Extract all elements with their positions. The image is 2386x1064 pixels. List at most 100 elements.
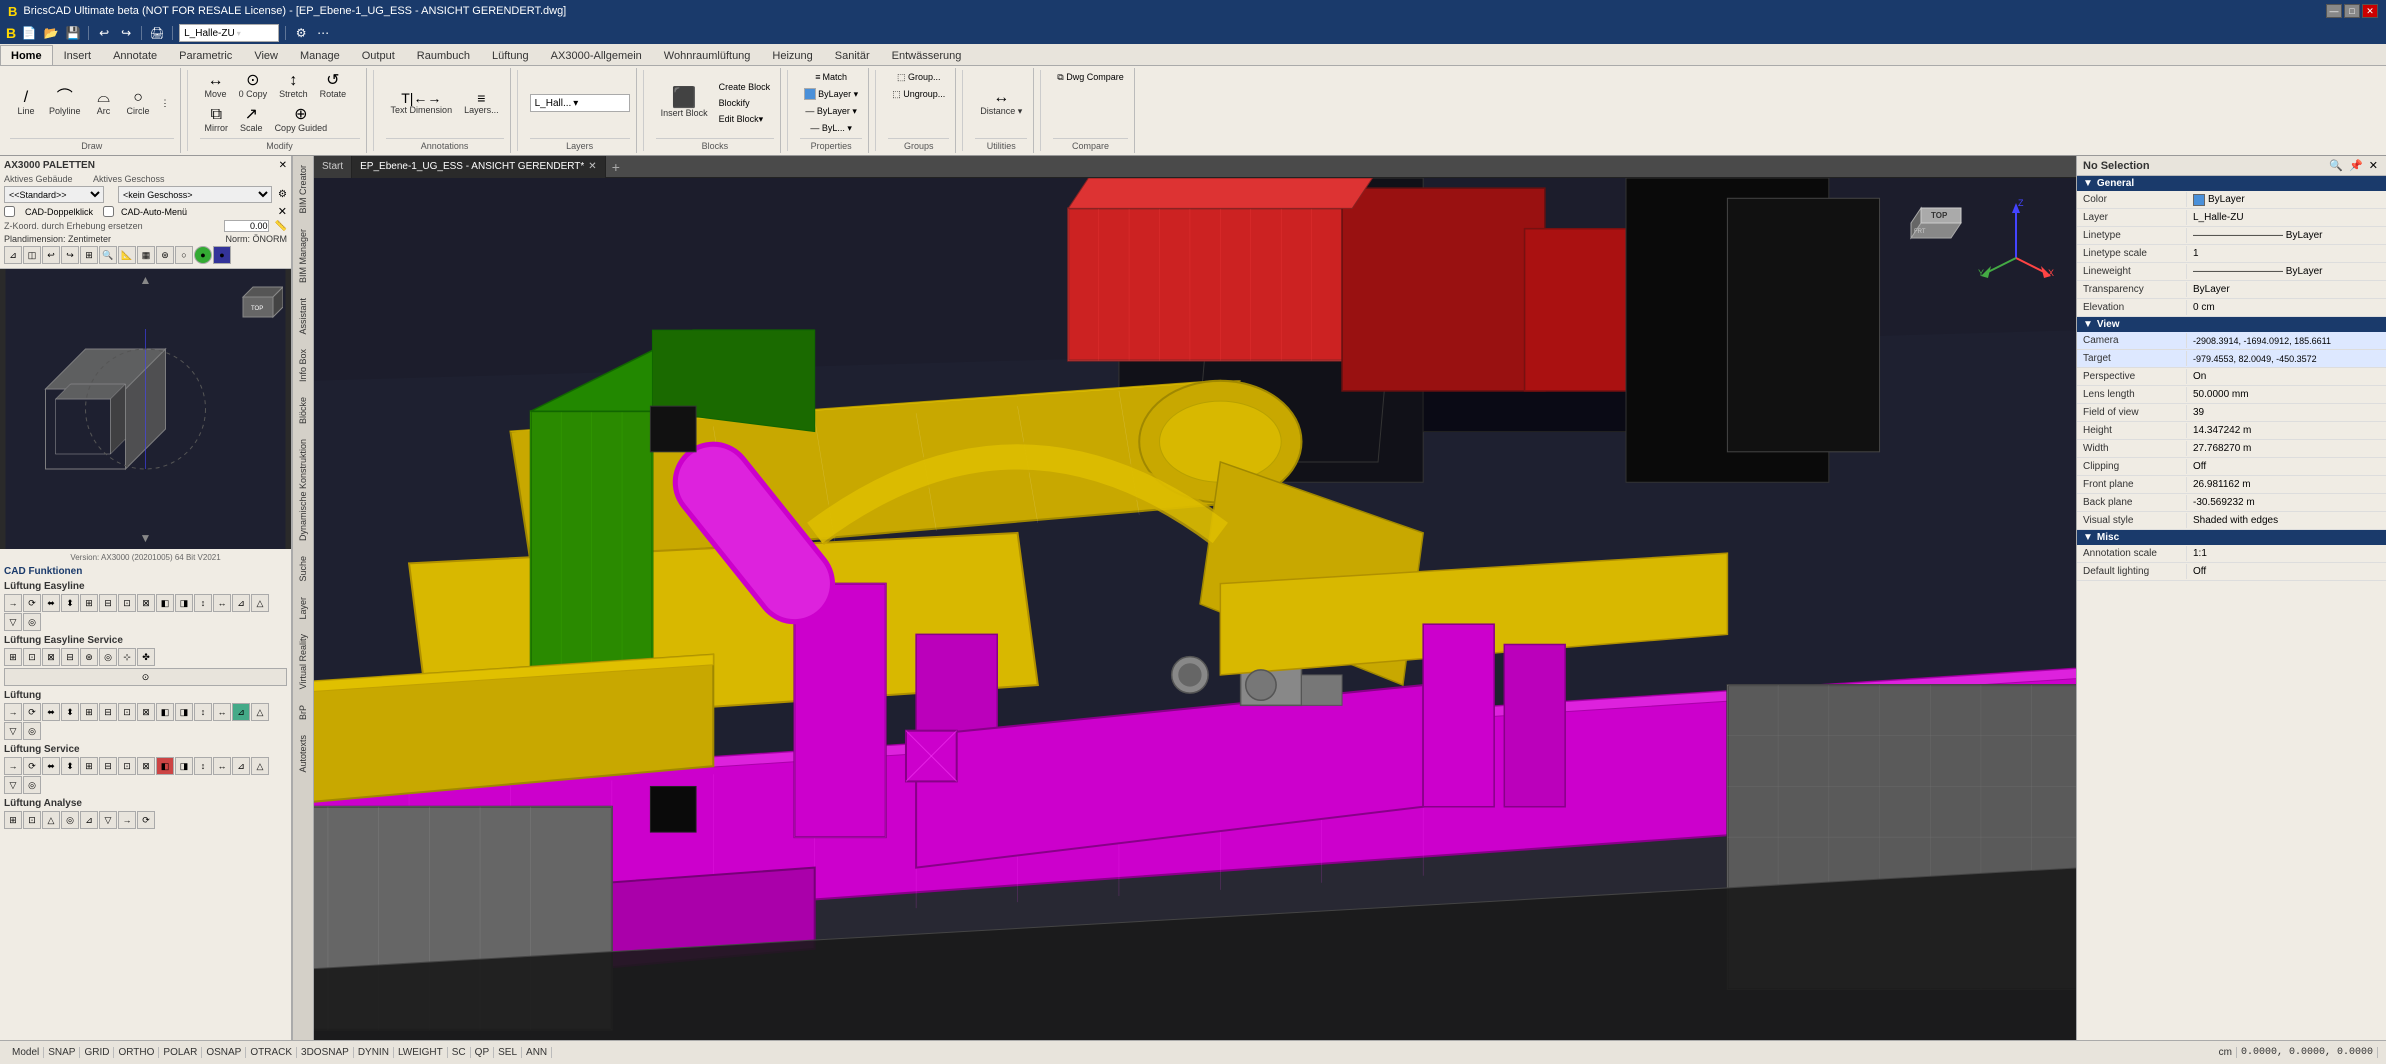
la-btn-7[interactable]: →: [118, 811, 136, 829]
general-section-header[interactable]: ▼ General: [2077, 176, 2386, 191]
les-btn-4[interactable]: ⊟: [61, 648, 79, 666]
les-btn-8[interactable]: ✤: [137, 648, 155, 666]
le-btn-13[interactable]: ⊿: [232, 594, 250, 612]
le-btn-11[interactable]: ↕: [194, 594, 212, 612]
la-btn-1[interactable]: ⊞: [4, 811, 22, 829]
palette-btn-12[interactable]: ●: [213, 246, 231, 264]
qa-save-button[interactable]: 💾: [64, 24, 82, 42]
prop-ltscale-value[interactable]: 1: [2187, 246, 2386, 261]
qa-redo-button[interactable]: ↪: [117, 24, 135, 42]
l-btn-5[interactable]: ⊞: [80, 703, 98, 721]
la-btn-6[interactable]: ▽: [99, 811, 117, 829]
ls-btn-1[interactable]: →: [4, 757, 22, 775]
le-btn-16[interactable]: ◎: [23, 613, 41, 631]
l-btn-14[interactable]: △: [251, 703, 269, 721]
status-grid[interactable]: GRID: [80, 1047, 114, 1058]
copy-button[interactable]: ⊙ 0 Copy: [234, 70, 273, 102]
palette-btn-9[interactable]: ⊛: [156, 246, 174, 264]
tab-main[interactable]: EP_Ebene-1_UG_ESS - ANSICHT GERENDERT* ✕: [352, 156, 606, 178]
qa-undo-button[interactable]: ↩: [95, 24, 113, 42]
ls-btn-9[interactable]: ◧: [156, 757, 174, 775]
le-btn-2[interactable]: ⟳: [23, 594, 41, 612]
prop-height-value[interactable]: 14.347242 m: [2187, 423, 2386, 438]
prop-pin-icon[interactable]: 📌: [2347, 159, 2365, 172]
group-button[interactable]: ⬚ Group...: [893, 70, 945, 85]
qa-print-button[interactable]: 🖨: [148, 24, 166, 42]
tab-start[interactable]: Start: [314, 156, 352, 178]
tab-ax3000[interactable]: AX3000-Allgemein: [540, 45, 653, 65]
prop-elevation-value[interactable]: 0 cm: [2187, 300, 2386, 315]
palette-btn-4[interactable]: ↪: [61, 246, 79, 264]
tab-parametric[interactable]: Parametric: [168, 45, 243, 65]
status-model[interactable]: Model: [8, 1047, 44, 1058]
mirror-button[interactable]: ⧉ Mirror: [200, 104, 234, 136]
z-value-input[interactable]: [224, 220, 269, 232]
le-btn-10[interactable]: ◨: [175, 594, 193, 612]
cad-doppelklick-checkbox[interactable]: [4, 206, 15, 217]
le-btn-3[interactable]: ⬌: [42, 594, 60, 612]
ls-btn-13[interactable]: ⊿: [232, 757, 250, 775]
scale-button[interactable]: ↗ Scale: [235, 104, 268, 136]
palette-btn-6[interactable]: 🔍: [99, 246, 117, 264]
side-tab-info-box[interactable]: Info Box: [294, 342, 312, 389]
status-polar[interactable]: POLAR: [159, 1047, 202, 1058]
preview-down-btn[interactable]: ▼: [140, 531, 152, 545]
z-unit-btn[interactable]: 📏: [275, 221, 287, 232]
kein-settings-btn[interactable]: ⚙: [278, 189, 287, 200]
ls-btn-6[interactable]: ⊟: [99, 757, 117, 775]
ls-btn-14[interactable]: △: [251, 757, 269, 775]
prop-camera-value[interactable]: -2908.3914, -1694.0912, 185.6611: [2187, 334, 2386, 348]
tab-lueftung[interactable]: Lüftung: [481, 45, 540, 65]
ls-btn-10[interactable]: ◨: [175, 757, 193, 775]
palette-btn-5[interactable]: ⊞: [80, 246, 98, 264]
side-tab-bim-manager[interactable]: BIM Manager: [294, 222, 312, 290]
prop-visualstyle-value[interactable]: Shaded with edges: [2187, 513, 2386, 528]
tab-insert[interactable]: Insert: [53, 45, 103, 65]
ax3000-close[interactable]: ✕: [279, 160, 287, 171]
prop-frontplane-value[interactable]: 26.981162 m: [2187, 477, 2386, 492]
move-button[interactable]: ↔ Move: [200, 70, 232, 102]
l-btn-13[interactable]: ⊿: [232, 703, 250, 721]
palette-btn-1[interactable]: ⊿: [4, 246, 22, 264]
ls-btn-4[interactable]: ⬍: [61, 757, 79, 775]
edit-block-button[interactable]: Edit Block▾: [715, 112, 775, 127]
standard-select[interactable]: <<Standard>>: [4, 186, 104, 203]
side-tab-bim-creator[interactable]: BIM Creator: [294, 158, 312, 221]
side-tab-autotexts[interactable]: Autotexts: [294, 728, 312, 780]
side-tab-dynamische[interactable]: Dynamische Konstruktion: [294, 432, 312, 548]
le-btn-6[interactable]: ⊟: [99, 594, 117, 612]
bylayer-color-button[interactable]: ByLayer ▾: [800, 86, 862, 102]
l-btn-10[interactable]: ◨: [175, 703, 193, 721]
status-osnap[interactable]: OSNAP: [202, 1047, 246, 1058]
draw-more-button[interactable]: ⋮: [157, 96, 174, 111]
tab-heizung[interactable]: Heizung: [761, 45, 823, 65]
la-btn-5[interactable]: ⊿: [80, 811, 98, 829]
qa-extra-btn2[interactable]: ⋯: [314, 24, 332, 42]
tab-sanitaer[interactable]: Sanitär: [824, 45, 881, 65]
le-btn-4[interactable]: ⬍: [61, 594, 79, 612]
l-btn-9[interactable]: ◧: [156, 703, 174, 721]
match-button[interactable]: ≡ Match: [811, 70, 851, 84]
viewport-3d[interactable]: Z X Y TOP FRT: [314, 178, 2076, 1040]
rotate-button[interactable]: ↺ Rotate: [315, 70, 352, 102]
les-btn-3[interactable]: ⊠: [42, 648, 60, 666]
dwg-compare-button[interactable]: ⧉ Dwg Compare: [1053, 70, 1127, 85]
status-snap[interactable]: SNAP: [44, 1047, 80, 1058]
preview-up-btn[interactable]: ▲: [140, 273, 152, 287]
le-btn-1[interactable]: →: [4, 594, 22, 612]
ls-btn-3[interactable]: ⬌: [42, 757, 60, 775]
prop-close-icon[interactable]: ✕: [2367, 159, 2380, 172]
ls-btn-12[interactable]: ↔: [213, 757, 231, 775]
copy-guided-button[interactable]: ⊕ Copy Guided: [270, 104, 333, 136]
tab-entwaesserung[interactable]: Entwässerung: [881, 45, 973, 65]
le-btn-8[interactable]: ⊠: [137, 594, 155, 612]
ls-btn-7[interactable]: ⊡: [118, 757, 136, 775]
ribbon-layer-selector[interactable]: L_Hall... ▾: [530, 94, 630, 112]
side-tab-brp[interactable]: BrP: [294, 698, 312, 727]
status-otrack[interactable]: OTRACK: [246, 1047, 297, 1058]
l-btn-16[interactable]: ◎: [23, 722, 41, 740]
tab-add-button[interactable]: +: [606, 159, 626, 175]
create-block-button[interactable]: Create Block: [715, 80, 775, 94]
ls-btn-8[interactable]: ⊠: [137, 757, 155, 775]
blockify-button[interactable]: Blockify: [715, 96, 775, 110]
